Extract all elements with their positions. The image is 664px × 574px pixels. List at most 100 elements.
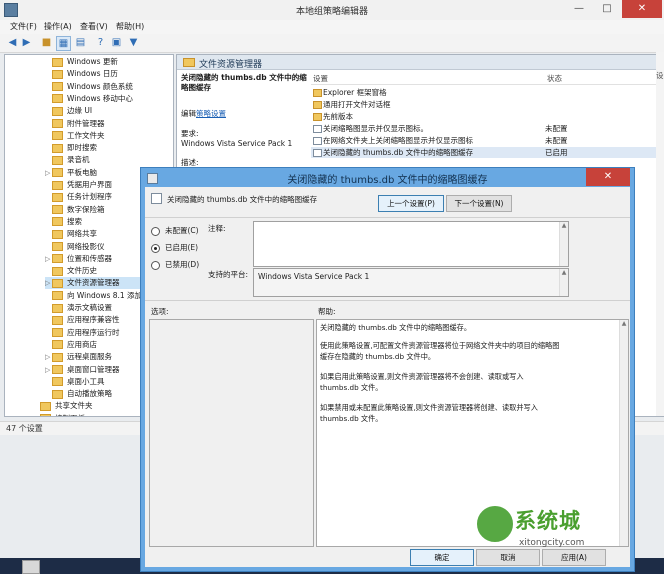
supported-platforms-box: Windows Vista Service Pack 1 ▲ [253,268,569,297]
radio-not-configured[interactable]: 未配置(C) [151,225,199,236]
tree-item[interactable]: Windows 颜色系统 [45,81,173,93]
tree-expander-icon[interactable]: ▷ [45,351,52,363]
tree-item-label: 附件管理器 [67,118,105,128]
next-setting-button[interactable]: 下一个设置(N) [446,195,512,212]
column-setting[interactable]: 设置 [313,73,328,84]
help-icon[interactable]: ? [94,36,107,49]
tree-item[interactable]: 边缘 UI [45,105,173,117]
tree-item-label: 应用程序兼容性 [67,315,120,325]
folder-icon [52,266,63,276]
separator [145,217,630,218]
folder-icon [52,291,63,301]
dialog-close-button[interactable]: ✕ [586,168,630,186]
filter-icon[interactable]: ▼ [127,36,140,49]
pane-header-title: 文件资源管理器 [199,60,263,70]
help-paragraph: 如果启用此策略设置,则文件资源管理器将不会创建、读取或写入 thumbs.db … [320,372,524,392]
comment-scrollbar[interactable]: ▲ [559,222,568,266]
tree-item-label: 工作文件夹 [67,130,105,140]
setting-row[interactable]: 在网络文件夹上关闭缩略图显示并仅显示图标 未配置 [311,135,661,146]
setting-row[interactable]: 关闭缩略图显示并仅显示图标。 未配置 [311,123,661,134]
radio-disabled[interactable]: 已禁用(D) [151,259,199,270]
setting-state: 未配置 [545,136,568,145]
setting-row[interactable]: Explorer 框架窗格 [311,87,661,98]
folder-icon [313,113,322,121]
tree-expander-icon[interactable]: ▷ [45,277,52,289]
folder-icon [52,94,63,104]
edit-policy-link[interactable]: 策略设置 [196,109,226,118]
previous-setting-button[interactable]: 上一个设置(P) [378,195,444,212]
back-icon[interactable]: ◀ [6,36,19,49]
folder-icon [52,205,63,215]
tree-item[interactable]: 录音机 [45,154,173,166]
properties-icon[interactable]: ▣ [110,36,123,49]
folder-icon [52,57,63,67]
tree-item-label: 应用程序运行时 [67,327,120,337]
export-list-icon[interactable]: ▤ [74,36,87,49]
title-bar: 本地组策略编辑器 — □ ✕ [0,0,664,21]
tree-item[interactable]: Windows 移动中心 [45,93,173,105]
tree-item[interactable]: 即时搜索 [45,142,173,154]
forward-icon[interactable]: ▶ [20,36,33,49]
folder-icon [52,377,63,387]
menu-file[interactable]: 文件(F) [10,21,37,32]
supported-scrollbar[interactable]: ▲ [559,269,568,296]
tree-item[interactable]: 附件管理器 [45,118,173,130]
policy-setting-icon [313,125,322,133]
setting-row[interactable]: 通用打开文件对话框 [311,99,661,110]
menu-help[interactable]: 帮助(H) [116,21,144,32]
folder-icon [313,101,322,109]
folder-icon [52,168,63,178]
tree-item-label: 桌面窗口管理器 [67,364,120,374]
setting-state: 未配置 [545,124,568,133]
options-panel [149,319,314,547]
column-state[interactable]: 状态 [547,73,562,84]
tree-item[interactable]: Windows 日历 [45,68,173,80]
close-button[interactable]: ✕ [622,0,662,18]
radio-not-configured-indicator[interactable] [151,226,160,236]
policy-setting-icon [313,137,322,145]
folder-icon [52,106,63,116]
help-paragraph: 使用此策略设置,可配置文件资源管理器将位于网络文件夹中的项目的缩略图缓存在隐藏的… [320,341,560,361]
maximize-button[interactable]: □ [594,0,620,18]
tree-expander-icon[interactable]: ▷ [45,364,52,376]
folder-icon [52,389,63,399]
tree-item-label: Windows 颜色系统 [67,81,133,91]
radio-disabled-label: 已禁用(D) [165,260,200,269]
policy-setting-icon [313,149,322,157]
menu-action[interactable]: 操作(A) [44,21,72,32]
menu-view[interactable]: 查看(V) [80,21,108,32]
setting-row[interactable]: 关闭隐藏的 thumbs.db 文件中的缩略图缓存 已启用 [311,147,661,158]
setting-name: 在网络文件夹上关闭缩略图显示并仅显示图标 [323,136,473,145]
comment-label: 注释: [208,224,226,233]
taskbar-app-icon[interactable] [22,560,40,574]
folder-icon [52,254,63,264]
tree-item-label: 搜索 [67,216,82,226]
policy-icon [151,193,162,204]
tree-expander-icon[interactable]: ▷ [45,253,52,265]
tree-item-label: Windows 更新 [67,57,118,66]
tree-item-label: 文件历史 [67,266,97,276]
radio-enabled-indicator[interactable] [151,243,160,253]
folder-icon [52,315,63,325]
tree-expander-icon[interactable]: ▷ [33,413,40,416]
ok-button[interactable]: 确定 [410,549,474,566]
tree-item[interactable]: Windows 更新 [45,56,173,68]
tree-expander-icon[interactable]: ▷ [45,167,52,179]
radio-disabled-indicator[interactable] [151,260,160,270]
tree-item-label: 应用商店 [67,339,97,349]
radio-enabled[interactable]: 已启用(E) [151,242,198,253]
minimize-button[interactable]: — [566,0,592,18]
setting-row[interactable]: 先前版本 [311,111,661,122]
tree-item[interactable]: 工作文件夹 [45,130,173,142]
watermark-logo-icon [475,504,515,544]
folder-icon [52,352,63,362]
setting-name: Explorer 框架窗格 [323,88,387,97]
radio-not-configured-label: 未配置(C) [165,226,199,235]
menu-bar: 文件(F) 操作(A) 查看(V) 帮助(H) [0,20,664,34]
comment-textbox[interactable]: ▲ [253,221,569,267]
tree-item-label: 自动播放策略 [67,389,112,399]
tree-item-label: 位置和传感器 [67,253,112,263]
folder-icon [52,155,63,165]
up-folder-icon[interactable]: ■ [40,36,53,49]
show-tree-icon[interactable]: ▦ [56,36,71,51]
